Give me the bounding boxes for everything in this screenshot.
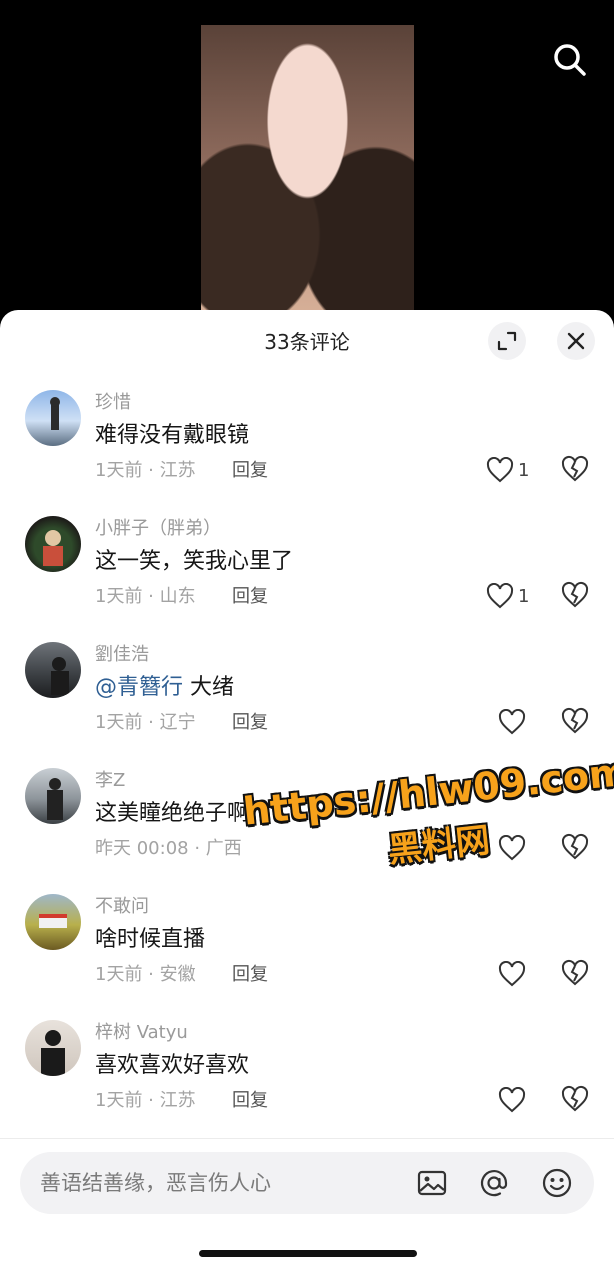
comment-text: 难得没有戴眼镜 (95, 423, 250, 448)
like-button[interactable]: 1 (486, 581, 529, 611)
reply-button[interactable]: 回复 (232, 458, 268, 484)
broken-heart-icon (561, 707, 589, 734)
status-bar (0, 0, 614, 10)
search-button[interactable] (548, 38, 592, 82)
comment-username[interactable]: 梓树 Vatyu (95, 1020, 188, 1046)
reply-button[interactable]: 回复 (232, 962, 268, 988)
dislike-button[interactable] (560, 1085, 590, 1115)
comment-username[interactable]: 小胖子（胖弟） (95, 516, 221, 542)
comment-text: 这美瞳绝绝子啊 (95, 801, 250, 826)
image-button[interactable] (416, 1167, 448, 1199)
like-button[interactable] (498, 1085, 526, 1115)
avatar[interactable] (25, 642, 81, 698)
comment-item[interactable]: 劉佳浩 @青簪行 大绪 1天前 · 辽宁 回复 (0, 642, 614, 752)
heart-icon (498, 709, 526, 735)
avatar[interactable] (25, 894, 81, 950)
comment-meta: 1天前 · 辽宁 (95, 712, 196, 733)
expand-button[interactable] (488, 322, 526, 360)
avatar[interactable] (25, 390, 81, 446)
comment-item[interactable]: 不敢问 啥时候直播 1天前 · 安徽 回复 (0, 894, 614, 1004)
like-button[interactable] (498, 707, 526, 737)
heart-icon (498, 835, 526, 861)
comment-text: 喜欢喜欢好喜欢 (95, 1053, 250, 1078)
close-icon (567, 332, 585, 350)
like-button[interactable] (498, 833, 526, 863)
dislike-button[interactable] (560, 959, 590, 989)
avatar[interactable] (25, 768, 81, 824)
comment-text-body: 大绪 (183, 675, 235, 700)
comment-meta: 昨天 00:08 · 广西 (95, 838, 242, 859)
like-button[interactable] (498, 959, 526, 989)
video-frame[interactable] (201, 25, 414, 325)
comment-item[interactable]: 李Z 这美瞳绝绝子啊 昨天 00:08 · 广西 (0, 768, 614, 878)
dislike-button[interactable] (560, 581, 590, 611)
heart-icon (498, 961, 526, 987)
comments-sheet: 33条评论 珍惜 难得没有戴眼镜 1天前 · 江苏 回复 1 小胖子（胖弟） 这… (0, 310, 614, 1280)
comment-item[interactable]: 梓树 Vatyu 喜欢喜欢好喜欢 1天前 · 江苏 回复 (0, 1020, 614, 1130)
emoji-button[interactable] (541, 1167, 573, 1199)
home-indicator (199, 1250, 417, 1257)
comment-input[interactable]: 善语结善缘，恶言伤人心 (20, 1152, 594, 1214)
dislike-button[interactable] (560, 455, 590, 485)
like-button[interactable]: 1 (486, 455, 529, 485)
comment-username[interactable]: 李Z (95, 768, 125, 794)
comment-item[interactable]: 珍惜 难得没有戴眼镜 1天前 · 江苏 回复 1 (0, 390, 614, 500)
image-icon (417, 1170, 447, 1196)
comment-text: 这一笑，笑我心里了 (95, 549, 294, 574)
dislike-button[interactable] (560, 833, 590, 863)
comment-username[interactable]: 珍惜 (95, 390, 131, 416)
close-button[interactable] (557, 322, 595, 360)
comment-username[interactable]: 劉佳浩 (95, 642, 149, 668)
at-icon (480, 1170, 508, 1197)
comment-meta: 1天前 · 江苏 (95, 1090, 196, 1111)
mention-button[interactable] (478, 1167, 510, 1199)
like-count: 1 (518, 459, 530, 481)
dislike-button[interactable] (560, 707, 590, 737)
search-icon (554, 44, 586, 76)
video-player[interactable] (0, 0, 614, 330)
avatar[interactable] (25, 516, 81, 572)
reply-button[interactable]: 回复 (232, 710, 268, 736)
like-count: 1 (518, 585, 530, 607)
broken-heart-icon (561, 455, 589, 482)
expand-icon (497, 331, 517, 351)
broken-heart-icon (561, 581, 589, 608)
comment-meta: 1天前 · 安徽 (95, 964, 196, 985)
reply-button[interactable]: 回复 (232, 584, 268, 610)
broken-heart-icon (561, 959, 589, 986)
broken-heart-icon (561, 1085, 589, 1112)
comment-text: @青簪行 大绪 (95, 672, 234, 704)
reply-button[interactable]: 回复 (232, 1088, 268, 1114)
avatar[interactable] (25, 1020, 81, 1076)
comment-username[interactable]: 不敢问 (95, 894, 149, 920)
heart-icon (486, 457, 514, 483)
comment-item[interactable]: 小胖子（胖弟） 这一笑，笑我心里了 1天前 · 山东 回复 1 (0, 516, 614, 626)
comment-text: 啥时候直播 (95, 927, 206, 952)
divider (0, 1138, 614, 1139)
comment-input-placeholder: 善语结善缘，恶言伤人心 (40, 1171, 271, 1195)
comment-meta: 1天前 · 江苏 (95, 460, 196, 481)
comment-meta: 1天前 · 山东 (95, 586, 196, 607)
heart-icon (486, 583, 514, 609)
broken-heart-icon (561, 833, 589, 860)
heart-icon (498, 1087, 526, 1113)
mention-link[interactable]: @青簪行 (95, 675, 183, 700)
emoji-icon (542, 1168, 572, 1198)
